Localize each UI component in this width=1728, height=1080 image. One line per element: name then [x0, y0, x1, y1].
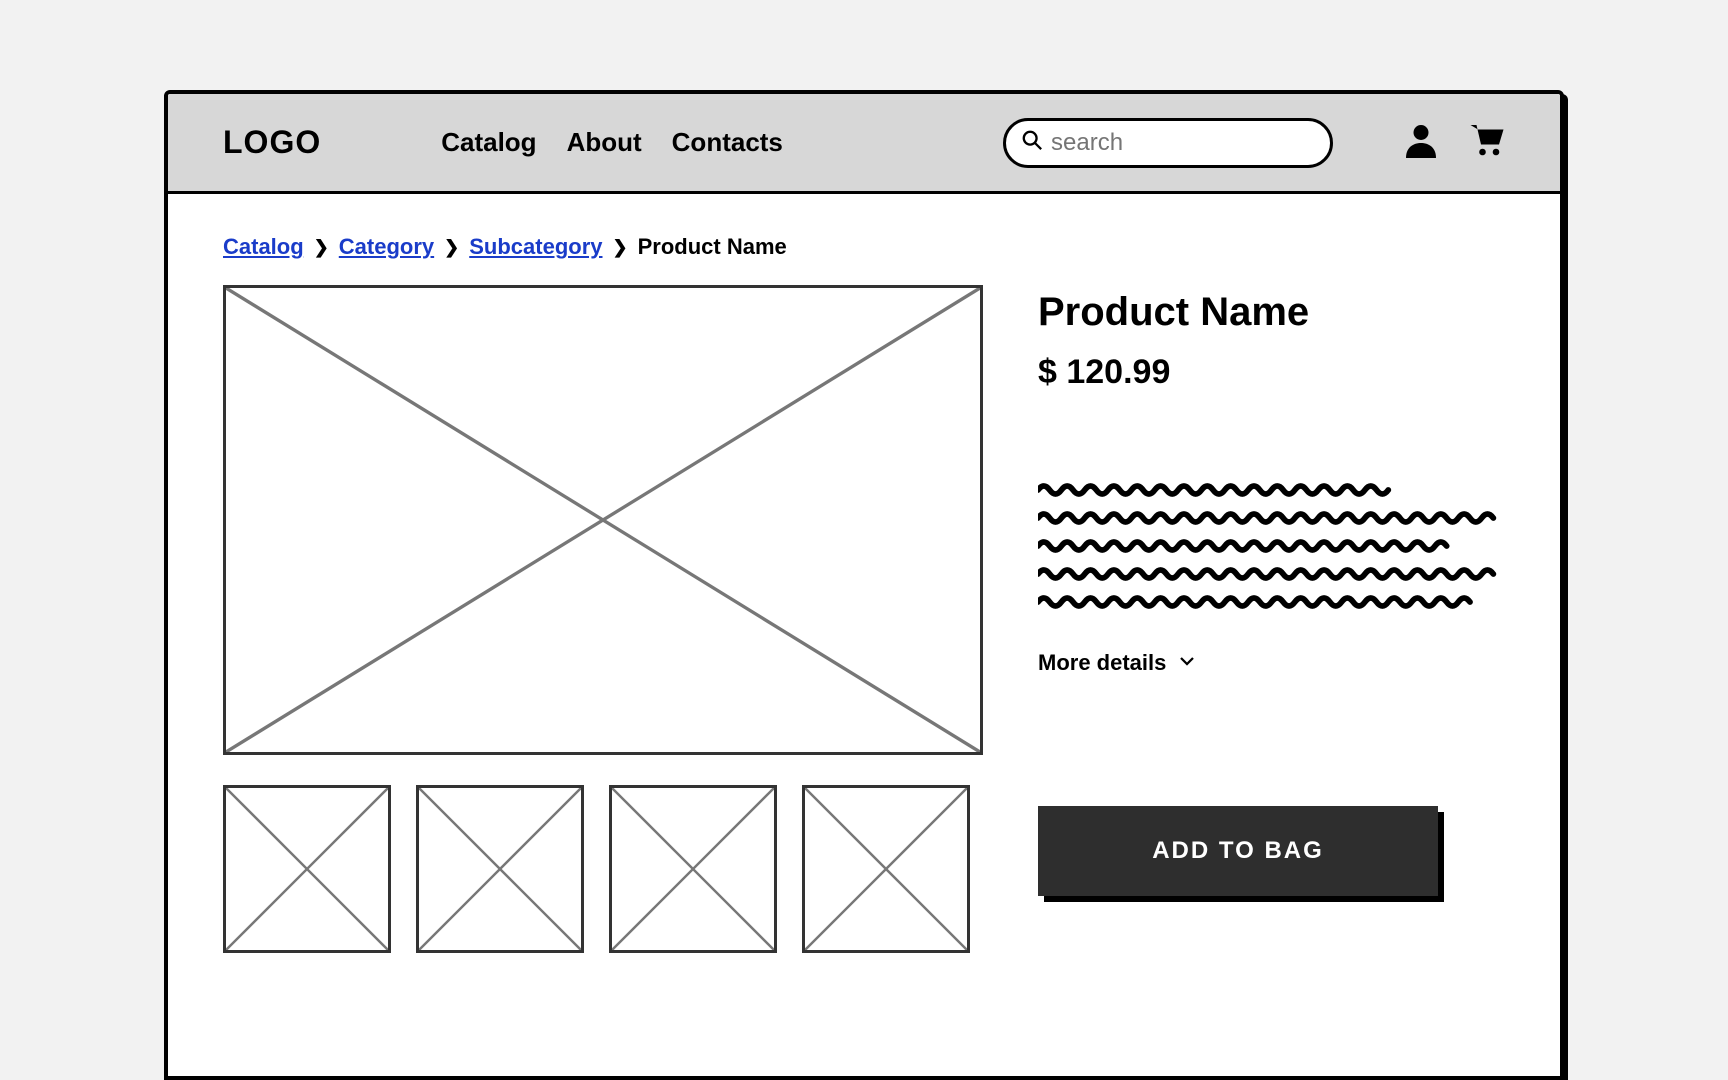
product-gallery: [223, 285, 983, 953]
site-logo[interactable]: LOGO: [223, 124, 321, 161]
user-icon[interactable]: [1403, 122, 1439, 163]
product-thumbnails: [223, 785, 983, 953]
breadcrumb-subcategory[interactable]: Subcategory: [469, 234, 602, 260]
more-details-toggle[interactable]: More details: [1038, 650, 1196, 676]
product-thumbnail[interactable]: [609, 785, 777, 953]
chevron-down-icon: [1178, 650, 1196, 676]
product-thumbnail[interactable]: [802, 785, 970, 953]
product-main-image[interactable]: [223, 285, 983, 755]
search-icon: [1021, 129, 1043, 156]
nav-about[interactable]: About: [567, 127, 642, 158]
breadcrumb: Catalog ❯ Category ❯ Subcategory ❯ Produ…: [223, 234, 1505, 260]
breadcrumb-catalog[interactable]: Catalog: [223, 234, 304, 260]
product-price: $ 120.99: [1038, 353, 1505, 392]
product-thumbnail[interactable]: [223, 785, 391, 953]
add-to-bag-button[interactable]: ADD TO BAG: [1038, 806, 1438, 896]
main-nav: Catalog About Contacts: [441, 127, 783, 158]
more-details-label: More details: [1038, 650, 1166, 676]
chevron-right-icon: ❯: [314, 237, 329, 258]
product-info: Product Name $ 120.99 More details ADD T…: [1038, 285, 1505, 953]
header-icons: [1403, 122, 1505, 163]
chevron-right-icon: ❯: [444, 237, 459, 258]
chevron-right-icon: ❯: [613, 237, 628, 258]
cart-icon[interactable]: [1469, 122, 1505, 163]
product-layout: Product Name $ 120.99 More details ADD T…: [223, 285, 1505, 953]
nav-catalog[interactable]: Catalog: [441, 127, 536, 158]
nav-contacts[interactable]: Contacts: [672, 127, 783, 158]
search-bar[interactable]: [1003, 118, 1333, 168]
breadcrumb-current: Product Name: [638, 234, 787, 260]
product-page-window: LOGO Catalog About Contacts Catalog ❯ Ca: [164, 90, 1564, 1080]
search-input[interactable]: [1051, 129, 1315, 157]
product-title: Product Name: [1038, 290, 1505, 335]
product-thumbnail[interactable]: [416, 785, 584, 953]
site-header: LOGO Catalog About Contacts: [168, 94, 1560, 194]
breadcrumb-category[interactable]: Category: [339, 234, 434, 260]
page-content: Catalog ❯ Category ❯ Subcategory ❯ Produ…: [168, 194, 1560, 983]
product-description-placeholder: [1038, 482, 1505, 610]
